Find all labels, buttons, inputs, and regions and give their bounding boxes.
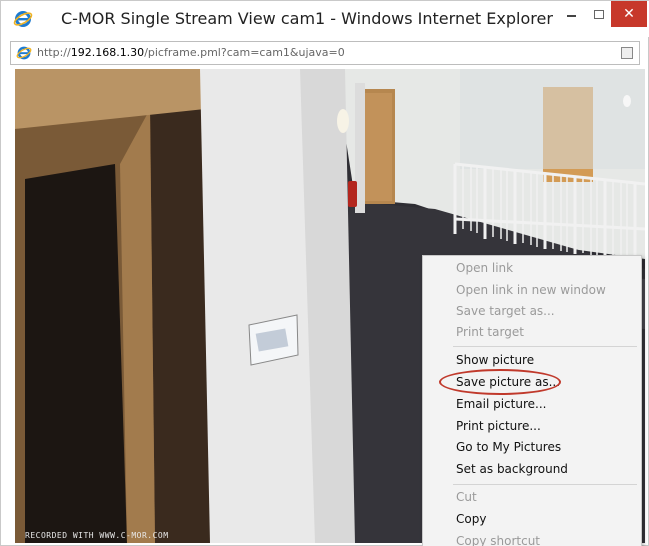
menu-item-show-picture[interactable]: Show picture <box>423 350 641 371</box>
maximize-icon <box>594 9 604 19</box>
url-text[interactable]: http://192.168.1.30/picframe.pml?cam=cam… <box>37 46 345 59</box>
menu-separator <box>453 484 637 485</box>
minimize-icon <box>566 15 576 17</box>
menu-item-go-to-my-pictures[interactable]: Go to My Pictures <box>423 437 641 458</box>
ie-icon <box>13 11 33 27</box>
menu-item-save-target-as[interactable]: Save target as... <box>423 301 641 322</box>
compatibility-view-icon[interactable] <box>621 47 633 59</box>
address-bar[interactable]: http://192.168.1.30/picframe.pml?cam=cam… <box>10 41 640 65</box>
url-host: 192.168.1.30 <box>70 46 145 59</box>
minimize-button[interactable] <box>559 1 583 27</box>
url-scheme: http:// <box>37 46 71 59</box>
menu-item-set-as-background[interactable]: Set as background <box>423 459 641 480</box>
url-path: /picframe.pml?cam=cam1&ujava=0 <box>144 46 345 59</box>
menu-item-open-link[interactable]: Open link <box>423 258 641 279</box>
recording-watermark: RECORDED WITH WWW.C-MOR.COM <box>25 531 169 540</box>
browser-window: C-MOR Single Stream View cam1 - Windows … <box>0 0 649 546</box>
menu-item-print-picture[interactable]: Print picture... <box>423 416 641 437</box>
menu-item-save-picture-as[interactable]: Save picture as... <box>423 372 641 393</box>
close-icon: ✕ <box>623 6 635 22</box>
menu-item-copy[interactable]: Copy <box>423 509 641 530</box>
menu-item-copy-shortcut[interactable]: Copy shortcut <box>423 531 641 546</box>
close-button[interactable]: ✕ <box>611 1 647 27</box>
context-menu: Open link Open link in new window Save t… <box>422 255 642 546</box>
menu-separator <box>453 346 637 347</box>
window-title: C-MOR Single Stream View cam1 - Windows … <box>61 9 553 28</box>
maximize-button[interactable] <box>587 1 611 27</box>
menu-item-print-target[interactable]: Print target <box>423 322 641 343</box>
menu-item-email-picture[interactable]: Email picture... <box>423 394 641 415</box>
menu-item-open-link-new-window[interactable]: Open link in new window <box>423 280 641 301</box>
page-ie-icon <box>16 46 32 60</box>
menu-item-cut[interactable]: Cut <box>423 487 641 508</box>
title-bar[interactable]: C-MOR Single Stream View cam1 - Windows … <box>1 1 649 37</box>
